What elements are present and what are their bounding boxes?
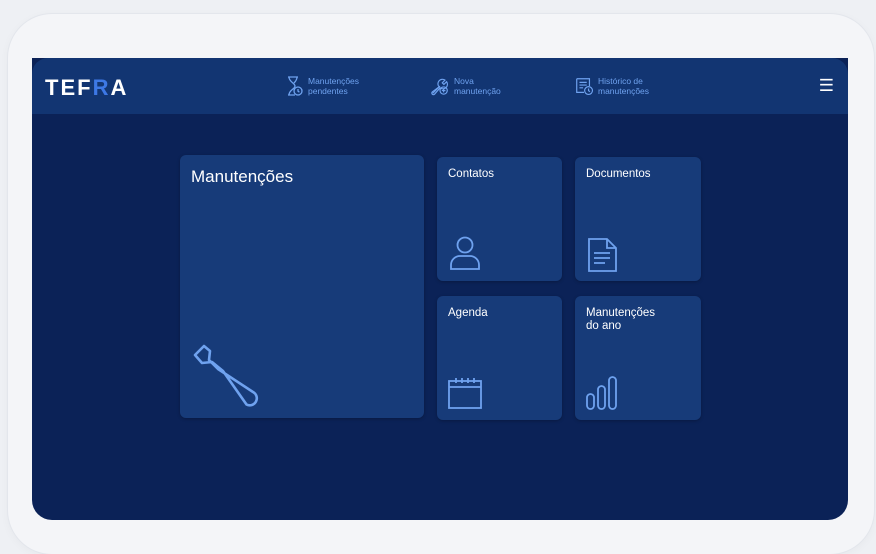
document-icon	[588, 238, 617, 272]
nav-history-line1: Histórico de	[598, 76, 643, 86]
tile-maintenance-label: Manutenções	[191, 167, 294, 186]
calendar-icon	[448, 378, 482, 409]
top-navigation-bar: TEFRA Manutenções pendentes Nova manuten…	[32, 58, 848, 114]
tile-documents[interactable]: Documentos	[575, 157, 701, 281]
history-icon	[576, 78, 594, 96]
tile-maintenance[interactable]: Manutenções	[180, 155, 424, 418]
bar-chart-icon	[586, 376, 617, 410]
wrench-icon	[431, 78, 449, 96]
nav-new-label: Nova manutenção	[454, 76, 524, 96]
nav-history-label: Histórico de manutenções	[598, 76, 668, 96]
tile-agenda-label: Agenda	[448, 307, 488, 319]
nav-new-line1: Nova	[454, 76, 474, 86]
nav-pending-line1: Manutenções	[308, 76, 360, 86]
nav-new-line2: manutenção	[454, 86, 501, 96]
tile-yearly-maintenance[interactable]: Manutenções do ano	[575, 296, 701, 420]
hourglass-icon	[288, 76, 303, 96]
nav-new-maintenance[interactable]: Nova manutenção	[430, 75, 524, 97]
tile-yearly-line1: Manutenções	[586, 307, 656, 319]
app-screen: TEFRA Manutenções pendentes Nova manuten…	[32, 58, 848, 520]
wrench-icon	[193, 344, 259, 407]
tile-agenda[interactable]: Agenda	[437, 296, 562, 420]
tile-yearly-line2: do ano	[586, 320, 622, 332]
logo-text-post: A	[110, 75, 129, 100]
tile-documents-label: Documentos	[586, 168, 651, 180]
nav-pending-label: Manutenções pendentes	[308, 76, 378, 96]
tile-contacts[interactable]: Contatos	[437, 157, 562, 281]
logo-text-accent: R	[92, 75, 111, 100]
tile-contacts-label: Contatos	[448, 168, 495, 180]
nav-pending-line2: pendentes	[308, 86, 348, 96]
nav-pending-maintenance[interactable]: Manutenções pendentes	[284, 75, 378, 97]
nav-history-line2: manutenções	[598, 86, 650, 96]
hamburger-menu-icon[interactable]: ☰	[819, 77, 834, 94]
nav-maintenance-history[interactable]: Histórico de manutenções	[574, 75, 668, 97]
user-icon	[450, 236, 480, 270]
tile-yearly-label: Manutenções do ano	[586, 307, 676, 333]
tefra-logo[interactable]: TEFRA	[45, 75, 128, 101]
logo-text-pre: TEF	[45, 75, 93, 100]
